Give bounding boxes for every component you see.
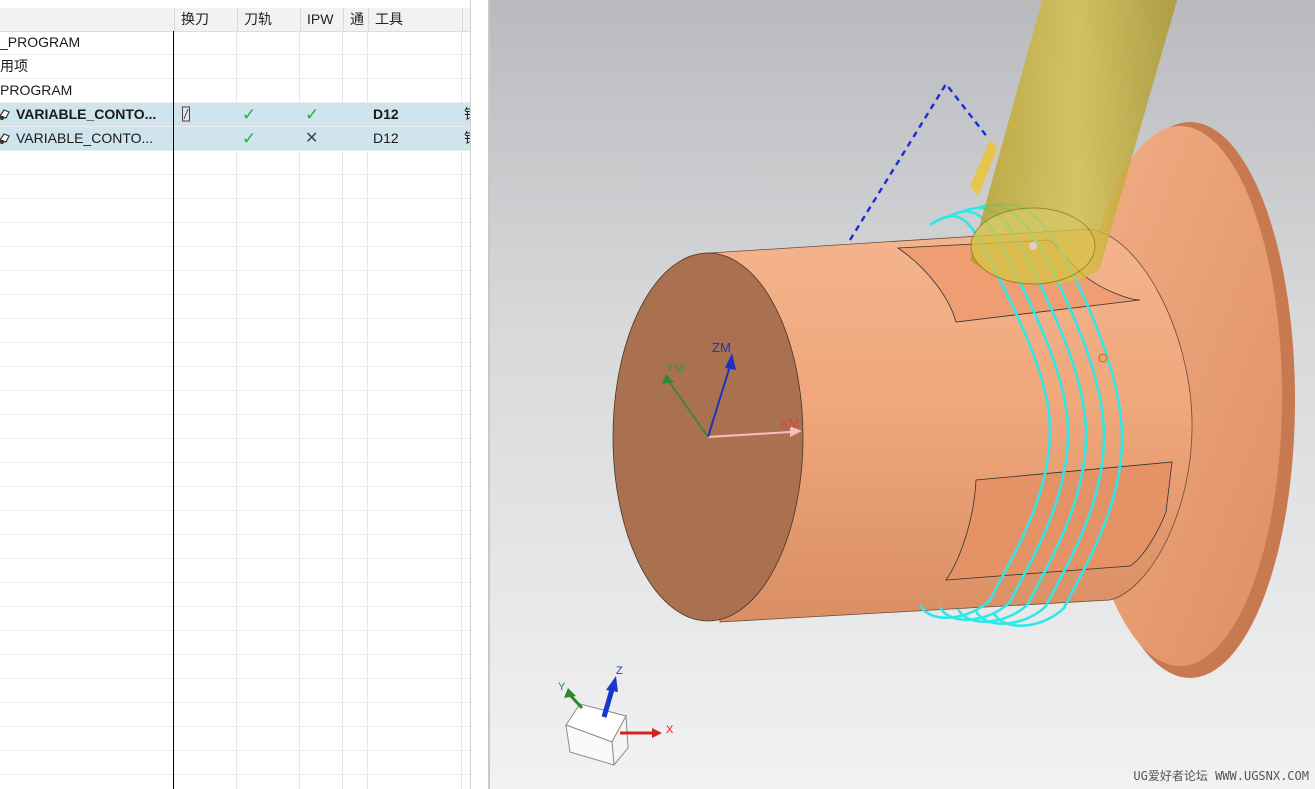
operation-icon [0,131,12,147]
toolpath-status: ✓ [242,129,257,148]
triad-y-label: Y [558,681,566,693]
empty-row[interactable] [0,343,470,367]
approach-path [848,81,989,241]
column-header-name[interactable] [0,8,174,31]
empty-row[interactable] [0,319,470,343]
empty-row[interactable] [0,607,470,631]
operation-row[interactable]: 用项 [0,55,470,79]
operation-row[interactable]: PROGRAM [0,79,470,103]
model-view[interactable]: XM YM ZM X Y Z [490,0,1315,789]
operation-name: PROGRAM [0,82,73,98]
triad-x-label: X [666,724,674,736]
empty-row[interactable] [0,271,470,295]
navigator-border[interactable] [470,0,471,789]
empty-row[interactable] [0,679,470,703]
empty-row[interactable] [0,415,470,439]
operation-row[interactable]: _PROGRAM [0,31,470,55]
tool-name: D12 [373,130,399,146]
empty-row[interactable] [0,295,470,319]
navigator-tabs[interactable] [56,0,126,31]
empty-row[interactable] [0,535,470,559]
empty-row[interactable] [0,151,470,175]
empty-row[interactable] [0,367,470,391]
empty-row[interactable] [0,511,470,535]
triad-z-label: Z [616,665,623,677]
empty-row[interactable] [0,559,470,583]
wcs-x-label: XM [780,416,800,431]
empty-row[interactable] [0,463,470,487]
operation-row[interactable]: VARIABLE_CONTO...✓✓D12铣 [0,103,470,127]
empty-row[interactable] [0,247,470,271]
view-triad[interactable]: X Y Z [558,665,674,767]
column-header-tool-change[interactable]: 换刀 [174,8,237,31]
navigator-header: 换刀 刀轨 IPW 通 工具 [0,8,470,32]
toolpath-status: ✓ [242,105,257,124]
operation-name: 用项 [0,58,28,74]
tool-name: D12 [373,106,399,122]
watermark: UG爱好者论坛 WWW.UGSNX.COM [1133,769,1309,783]
empty-row[interactable] [0,655,470,679]
ipw-status: ✓ [305,105,320,124]
empty-row[interactable] [0,631,470,655]
wcs-z-label: ZM [712,340,731,355]
empty-row[interactable] [0,583,470,607]
empty-row[interactable] [0,703,470,727]
operation-name: VARIABLE_CONTO... [16,106,157,122]
contact-marker [1098,353,1108,363]
empty-row[interactable] [0,199,470,223]
column-header-path[interactable]: 通 [343,8,368,31]
empty-row[interactable] [0,391,470,415]
column-header-ipw[interactable]: IPW [300,8,343,31]
empty-row[interactable] [0,727,470,751]
tool-change-icon [181,106,191,129]
column-header-tool[interactable]: 工具 [368,8,462,31]
empty-row[interactable] [0,175,470,199]
empty-row[interactable] [0,487,470,511]
operation-name: _PROGRAM [0,34,81,50]
operation-navigator: 换刀 刀轨 IPW 通 工具 _PROGRAM 用项 PROGRAM VARIABLE… [0,0,472,789]
ipw-status: ✕ [305,130,319,147]
operation-name: VARIABLE_CONTO... [16,130,154,146]
operation-icon [0,107,12,123]
name-column-divider[interactable] [173,31,174,789]
wcs-y-label: YM [666,361,684,375]
operation-row[interactable]: VARIABLE_CONTO...✓✕D12铣 [0,127,470,151]
graphics-window[interactable]: XM YM ZM X Y Z UG爱好者论坛 WWW.UGSNX.COM [488,0,1315,789]
column-header-extra[interactable] [462,8,470,31]
column-header-toolpath[interactable]: 刀轨 [237,8,300,31]
empty-row[interactable] [0,751,470,775]
empty-row[interactable] [0,439,470,463]
empty-row[interactable] [0,223,470,247]
